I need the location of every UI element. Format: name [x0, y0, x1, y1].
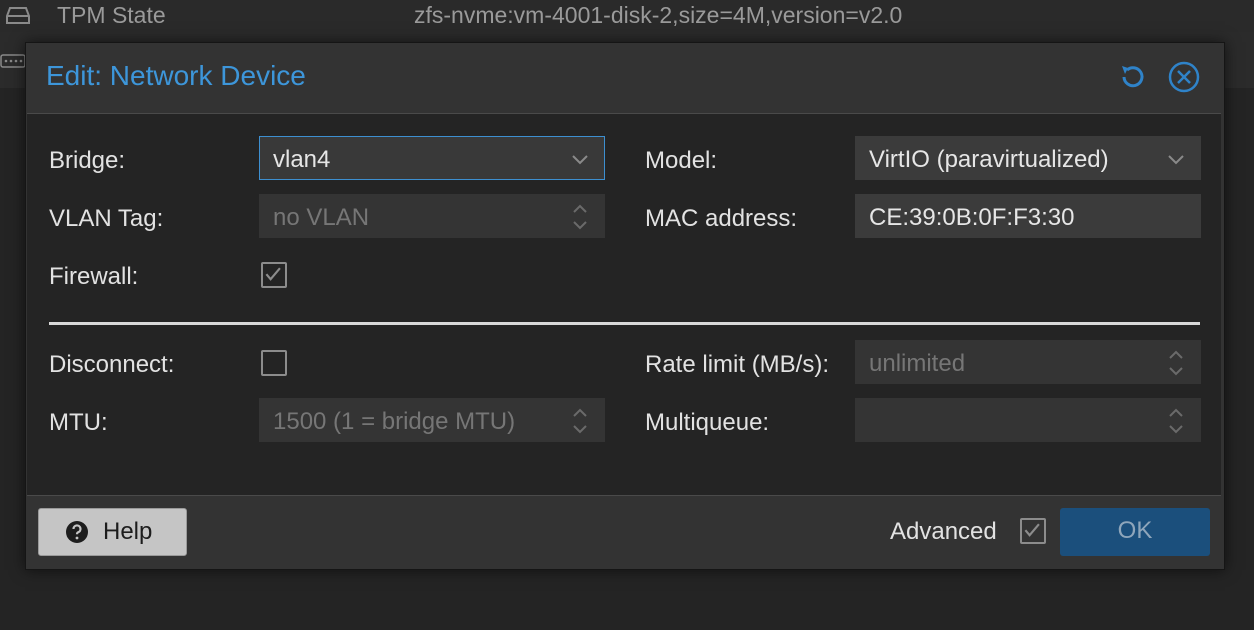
dialog-footer: Help Advanced OK: [26, 495, 1222, 567]
row-value: zfs-nvme:vm-4001-disk-2,size=4M,version=…: [414, 2, 903, 28]
mac-address-label: MAC address:: [645, 205, 798, 232]
checkmark-icon: [1024, 523, 1040, 537]
checkmark-icon: [265, 267, 281, 281]
disconnect-label: Disconnect:: [49, 351, 175, 378]
spinner-icon[interactable]: [1164, 399, 1188, 443]
vlan-tag-label: VLAN Tag:: [49, 205, 164, 232]
form-body: Bridge: vlan4 VLAN Tag: no VLAN Firewall…: [27, 113, 1221, 496]
dialog-title: Edit: Network Device: [46, 60, 306, 91]
reset-icon: [1122, 66, 1144, 88]
firewall-checkbox[interactable]: [261, 262, 287, 288]
multiqueue-input[interactable]: [855, 398, 1201, 442]
multiqueue-label: Multiqueue:: [645, 409, 770, 436]
rate-limit-input[interactable]: unlimited: [855, 340, 1201, 384]
mtu-label: MTU:: [49, 409, 108, 436]
close-icon: [1168, 61, 1200, 93]
model-label: Model:: [645, 147, 718, 174]
row-name: TPM State: [57, 2, 166, 28]
rate-limit-placeholder: unlimited: [869, 350, 966, 377]
model-value: VirtIO (paravirtualized): [869, 146, 1109, 173]
close-button[interactable]: [1167, 60, 1201, 94]
tpm-state-row[interactable]: TPM State zfs-nvme:vm-4001-disk-2,size=4…: [0, 0, 1254, 32]
spinner-icon[interactable]: [568, 195, 592, 239]
advanced-separator: [49, 322, 1200, 325]
help-label: Help: [103, 518, 153, 545]
advanced-checkbox[interactable]: [1020, 518, 1046, 544]
ok-label: OK: [1117, 517, 1153, 544]
mac-address-input[interactable]: CE:39:0B:0F:F3:30: [855, 194, 1201, 238]
network-card-icon: [0, 54, 26, 68]
mac-address-value: CE:39:0B:0F:F3:30: [869, 204, 1075, 231]
vlan-tag-placeholder: no VLAN: [273, 204, 370, 231]
reset-button[interactable]: [1116, 60, 1150, 94]
bridge-label: Bridge:: [49, 147, 126, 174]
help-button[interactable]: Help: [38, 508, 187, 556]
firewall-label: Firewall:: [49, 263, 139, 290]
question-circle-icon: [66, 521, 88, 543]
edit-network-device-dialog: Edit: Network Device Bridge: vlan4 VLAN …: [25, 42, 1225, 570]
bridge-value: vlan4: [273, 146, 331, 173]
disconnect-checkbox[interactable]: [261, 350, 287, 376]
vlan-tag-input[interactable]: no VLAN: [259, 194, 605, 238]
spinner-icon[interactable]: [1164, 341, 1188, 385]
spinner-icon[interactable]: [568, 399, 592, 443]
mtu-input[interactable]: 1500 (1 = bridge MTU): [259, 398, 605, 442]
bridge-select[interactable]: vlan4: [259, 136, 605, 180]
ok-button[interactable]: OK: [1060, 508, 1210, 556]
chevron-down-icon[interactable]: [1164, 137, 1188, 181]
advanced-label: Advanced: [890, 518, 997, 545]
mtu-placeholder: 1500 (1 = bridge MTU): [273, 408, 516, 435]
rate-limit-label: Rate limit (MB/s):: [645, 351, 830, 378]
model-select[interactable]: VirtIO (paravirtualized): [855, 136, 1201, 180]
hdd-icon: [6, 7, 30, 24]
chevron-down-icon[interactable]: [568, 137, 592, 181]
